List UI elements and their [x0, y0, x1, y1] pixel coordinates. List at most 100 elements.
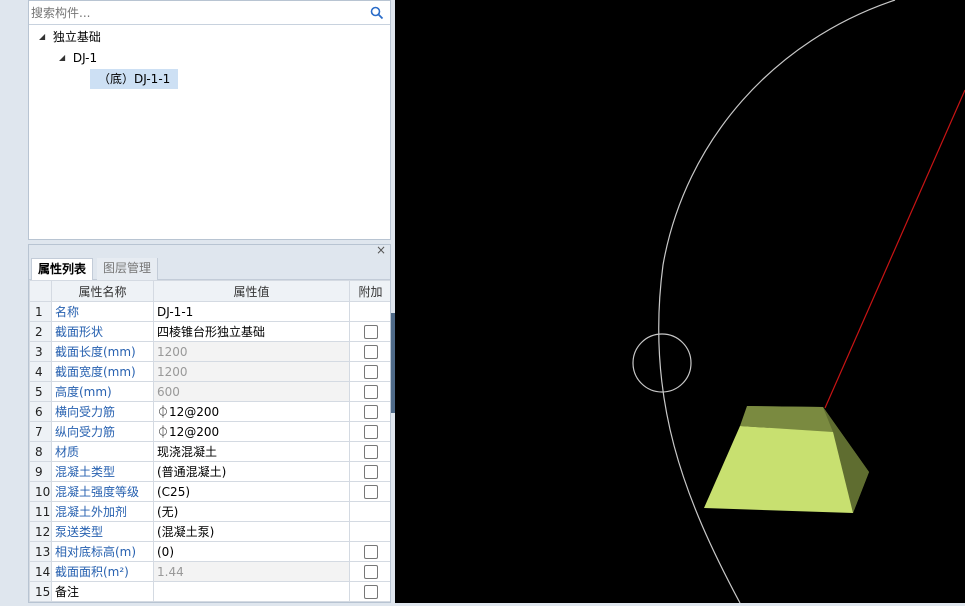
row-number: 3: [29, 341, 52, 362]
row-number: 9: [29, 461, 52, 482]
extra-checkbox[interactable]: [363, 544, 378, 559]
table-row[interactable]: 13 相对底标高(m) (0): [29, 541, 390, 562]
property-value[interactable]: (C25): [153, 481, 350, 502]
search-bar: [29, 1, 390, 25]
property-name: 横向受力筋: [51, 401, 154, 422]
extra-checkbox[interactable]: [363, 484, 378, 499]
expand-triangle-icon[interactable]: ◢: [59, 48, 69, 68]
extra-cell: [349, 521, 390, 542]
table-row[interactable]: 11 混凝土外加剂 (无): [29, 501, 390, 522]
property-value[interactable]: 600: [153, 381, 350, 402]
extra-cell: [349, 341, 390, 362]
extra-checkbox[interactable]: [363, 344, 378, 359]
row-number: 15: [29, 581, 52, 602]
table-row[interactable]: 6 横向受力筋 ⏀12@200: [29, 401, 390, 422]
3d-viewport[interactable]: [395, 0, 965, 604]
property-value[interactable]: 1200: [153, 341, 350, 362]
table-row[interactable]: 2 截面形状 四棱锥台形独立基础: [29, 321, 390, 342]
close-icon[interactable]: ×: [376, 245, 386, 257]
orbit-arc: [658, 0, 896, 604]
tab-bar: 属性列表 图层管理: [29, 258, 390, 281]
property-panel: × 属性列表 图层管理 属性名称 属性值 附加 1 名称 DJ-1-1 2 截面形状 四棱…: [28, 244, 391, 603]
table-row[interactable]: 12 泵送类型 (混凝土泵): [29, 521, 390, 542]
property-value[interactable]: [153, 581, 350, 602]
property-name: 相对底标高(m): [51, 541, 154, 562]
tree-node-selected[interactable]: （底）DJ-1-1: [90, 69, 179, 89]
property-value[interactable]: (无): [153, 501, 350, 522]
table-row[interactable]: 7 纵向受力筋 ⏀12@200: [29, 421, 390, 442]
table-header-row: 属性名称 属性值 附加: [29, 280, 390, 302]
property-value[interactable]: DJ-1-1: [153, 301, 350, 322]
table-row[interactable]: 5 高度(mm) 600: [29, 381, 390, 402]
extra-cell: [349, 441, 390, 462]
property-name: 混凝土外加剂: [51, 501, 154, 522]
extra-cell: [349, 461, 390, 482]
property-name: 备注: [51, 581, 154, 602]
extra-checkbox[interactable]: [363, 424, 378, 439]
tree-node-label: （底）DJ-1-1: [98, 72, 171, 86]
tree-node-dj1[interactable]: ◢ DJ-1: [59, 48, 97, 68]
row-number: 2: [29, 321, 52, 342]
extra-checkbox[interactable]: [363, 564, 378, 579]
property-name: 截面面积(m²): [51, 561, 154, 582]
property-value[interactable]: ⏀12@200: [153, 401, 350, 422]
header-value: 属性值: [153, 280, 350, 302]
table-row[interactable]: 14 截面面积(m²) 1.44: [29, 561, 390, 582]
tab-properties[interactable]: 属性列表: [31, 258, 94, 281]
search-input[interactable]: [31, 4, 361, 22]
property-value[interactable]: (混凝土泵): [153, 521, 350, 542]
property-value[interactable]: 现浇混凝土: [153, 441, 350, 462]
search-icon[interactable]: [370, 6, 384, 20]
property-value[interactable]: 1.44: [153, 561, 350, 582]
tree-node-label: 独立基础: [52, 30, 101, 44]
extra-checkbox[interactable]: [363, 364, 378, 379]
header-num: [29, 280, 52, 302]
extra-cell: [349, 401, 390, 422]
table-row[interactable]: 8 材质 现浇混凝土: [29, 441, 390, 462]
extra-cell: [349, 301, 390, 322]
axis-line: [824, 89, 965, 409]
tree-node-label: DJ-1: [72, 51, 98, 65]
table-row[interactable]: 1 名称 DJ-1-1: [29, 301, 390, 322]
row-number: 8: [29, 441, 52, 462]
property-value[interactable]: (普通混凝土): [153, 461, 350, 482]
row-number: 13: [29, 541, 52, 562]
extra-cell: [349, 481, 390, 502]
tree-node-root[interactable]: ◢ 独立基础: [39, 27, 101, 47]
extra-cell: [349, 381, 390, 402]
property-name: 截面形状: [51, 321, 154, 342]
property-name: 混凝土类型: [51, 461, 154, 482]
table-row[interactable]: 10 混凝土强度等级 (C25): [29, 481, 390, 502]
extra-checkbox[interactable]: [363, 404, 378, 419]
row-number: 5: [29, 381, 52, 402]
property-name: 纵向受力筋: [51, 421, 154, 442]
row-number: 14: [29, 561, 52, 582]
extra-checkbox[interactable]: [363, 324, 378, 339]
left-panel: ◢ 独立基础 ◢ DJ-1 （底）DJ-1-1 × 属性列表 图层管理 属性名称…: [0, 0, 395, 603]
table-row[interactable]: 15 备注: [29, 581, 390, 602]
tab-layers[interactable]: 图层管理: [97, 258, 159, 280]
header-name: 属性名称: [51, 280, 154, 302]
extra-checkbox[interactable]: [363, 464, 378, 479]
row-number: 6: [29, 401, 52, 422]
property-value[interactable]: ⏀12@200: [153, 421, 350, 442]
extra-cell: [349, 501, 390, 522]
panel-header-strip: ×: [29, 245, 390, 258]
expand-triangle-icon[interactable]: ◢: [39, 27, 49, 47]
extra-checkbox[interactable]: [363, 584, 378, 599]
property-rows: 1 名称 DJ-1-1 2 截面形状 四棱锥台形独立基础 3 截面长度(mm) 1200 4 截面宽…: [29, 301, 390, 602]
table-row[interactable]: 9 混凝土类型 (普通混凝土): [29, 461, 390, 482]
property-name: 混凝土强度等级: [51, 481, 154, 502]
extra-cell: [349, 361, 390, 382]
header-extra: 附加: [349, 280, 390, 302]
table-row[interactable]: 4 截面宽度(mm) 1200: [29, 361, 390, 382]
property-value[interactable]: (0): [153, 541, 350, 562]
row-number: 12: [29, 521, 52, 542]
property-value[interactable]: 1200: [153, 361, 350, 382]
extra-checkbox[interactable]: [363, 444, 378, 459]
table-row[interactable]: 3 截面长度(mm) 1200: [29, 341, 390, 362]
property-value[interactable]: 四棱锥台形独立基础: [153, 321, 350, 342]
extra-cell: [349, 321, 390, 342]
row-number: 7: [29, 421, 52, 442]
extra-checkbox[interactable]: [363, 384, 378, 399]
